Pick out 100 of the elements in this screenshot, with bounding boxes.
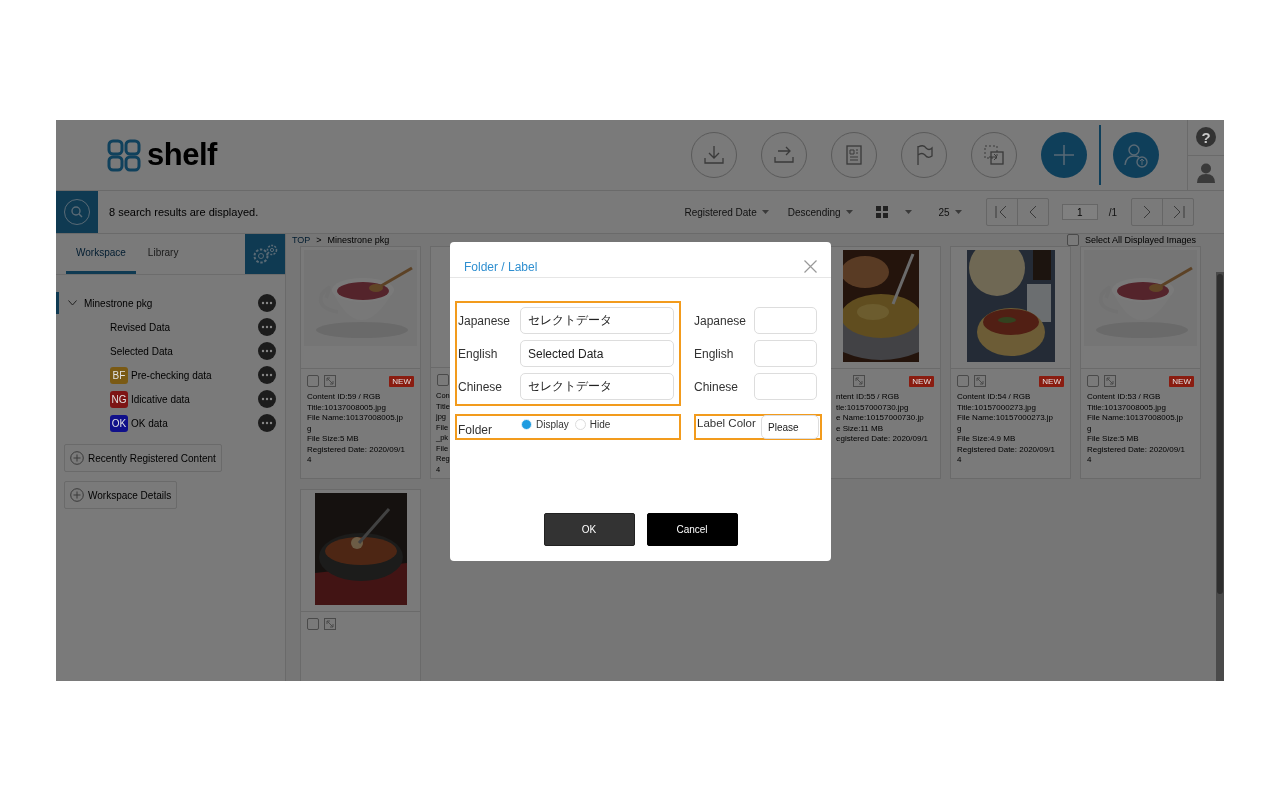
settings-icon (251, 243, 279, 265)
sidebar-button[interactable]: Recently Registered Content (64, 444, 222, 472)
user-icon[interactable] (1197, 162, 1215, 183)
card-info-line: File Name:10157000273.jp (957, 413, 1054, 424)
field-label: Folder (458, 422, 493, 437)
expand-icon[interactable] (853, 375, 865, 387)
search-icon (63, 198, 91, 226)
tree-item[interactable]: OK OK data (56, 411, 285, 435)
settings-button[interactable] (245, 234, 285, 274)
card-info-line: g (307, 423, 312, 434)
cancel-button[interactable]: Cancel (646, 513, 738, 546)
caret-icon (954, 210, 962, 214)
breadcrumb-current: Minestrone pkg (327, 235, 390, 245)
add-button[interactable] (1041, 132, 1087, 178)
breadcrumb-link[interactable]: TOP (292, 235, 311, 245)
more-icon[interactable] (258, 414, 276, 432)
view-mode-dropdown[interactable] (875, 206, 912, 218)
chevron-icon[interactable] (68, 300, 77, 306)
checkbox[interactable] (307, 375, 319, 387)
input-field[interactable]: セレクトデータ (520, 307, 674, 334)
more-icon[interactable] (258, 294, 276, 312)
card-info-line: File Size:5 MB (1087, 434, 1139, 445)
card-info-line: Title:10137008005.jpg (307, 402, 386, 413)
tree-item[interactable]: BF Pre-checking data (56, 363, 285, 387)
card-info-line: Registered Date: 2020/09/1 (1087, 444, 1185, 455)
user-upload-button[interactable] (1113, 132, 1159, 178)
input-field[interactable]: Selected Data (520, 340, 674, 367)
sort-order-dropdown[interactable]: Descending (787, 206, 853, 218)
card-info-line: Content ID:54 / RGB (957, 392, 1031, 403)
tree-item[interactable]: Revised Data (56, 315, 285, 339)
select-all-label[interactable]: Select All Displayed Images (1084, 235, 1196, 245)
sort-field-dropdown[interactable]: Registered Date (684, 206, 769, 218)
input-field[interactable] (754, 307, 817, 334)
radio-option[interactable]: Hide (574, 418, 611, 430)
label-badge: OK (110, 414, 128, 432)
sidebar-tab[interactable]: Workspace (66, 234, 136, 274)
field-label: Label Color (696, 417, 756, 429)
card-info-line: File Size:5 MB (307, 434, 359, 445)
expand-icon[interactable] (324, 375, 336, 387)
field-label: English (458, 346, 499, 361)
checkbox[interactable] (307, 618, 319, 630)
card-info-line: ntent ID:55 / RGB (836, 392, 900, 403)
first-page-icon (994, 206, 1009, 218)
card-info-line: Content ID:53 / RGB (1087, 392, 1161, 403)
ok-button[interactable]: OK (543, 513, 635, 546)
page-input[interactable]: 1 (1061, 204, 1098, 220)
input-field[interactable] (754, 340, 817, 367)
checkbox[interactable] (1066, 234, 1079, 246)
logo-text: shelf (147, 137, 217, 173)
page-total-text: /1 (1108, 206, 1117, 218)
card-info-line: e Size:11 MB (836, 423, 883, 434)
sidebar-button[interactable]: Workspace Details (64, 481, 178, 509)
field-label: English (694, 346, 735, 361)
color-select-field[interactable]: Please (761, 415, 819, 439)
checkbox[interactable] (1087, 375, 1099, 387)
content-card[interactable]: NEW Content ID:54 / RGB Title:10157000273.jpg File Name:10157000273.jp g File Size:4.9 MB Registered Date: 2020/09/1 4 (950, 246, 1071, 479)
last-page-icon (1171, 206, 1185, 218)
caret-icon (845, 210, 853, 214)
card-info-line: 4 (957, 455, 962, 466)
content-card[interactable]: NEW Content ID:59 / RGB Title:10137008005.jpg File Name:10137008005.jp g File Size:5 MB Registered Date: 2020/09/1 4 (300, 246, 421, 479)
content-card[interactable]: NEW Content ID:53 / RGB Title:10137008005.jpg File Name:10137008005.jp g File Size:5 MB Registered Date: 2020/09/1 4 (1080, 246, 1201, 479)
card-info-line: Title:10137008005.jpg (1087, 402, 1166, 413)
input-field[interactable]: セレクトデータ (520, 373, 674, 400)
new-badge: NEW (909, 375, 934, 387)
checkbox[interactable] (437, 374, 449, 387)
card-info-line: Registered Date: 2020/09/1 (307, 444, 405, 455)
more-icon[interactable] (258, 390, 276, 408)
checkbox[interactable] (957, 375, 969, 387)
close-icon[interactable] (804, 260, 817, 273)
more-icon[interactable] (258, 342, 276, 360)
search-button[interactable] (56, 191, 98, 233)
more-icon[interactable] (258, 366, 276, 384)
new-badge: NEW (389, 375, 414, 387)
per-page-dropdown[interactable]: 25 (938, 206, 962, 218)
tree-item[interactable]: Minestrone pkg (56, 291, 285, 315)
expand-icon[interactable] (1104, 375, 1116, 387)
label-badge: BF (110, 366, 128, 384)
plus-circle-icon (70, 488, 84, 502)
content-card[interactable] (300, 489, 421, 681)
field-label: Chinese (694, 379, 740, 394)
card-info-line: Title:10157000273.jpg (957, 402, 1036, 413)
input-field[interactable] (754, 373, 817, 400)
expand-icon[interactable] (974, 375, 986, 387)
field-label: Chinese (458, 379, 504, 394)
label-badge: NG (110, 390, 128, 408)
chevron-right-icon (1143, 206, 1151, 218)
caret-icon (761, 210, 769, 214)
tree-item[interactable]: NG Idicative data (56, 387, 285, 411)
more-icon[interactable] (258, 318, 276, 336)
help-button[interactable]: ? (1196, 127, 1216, 148)
expand-icon[interactable] (324, 618, 336, 630)
card-info-line: File Size:4.9 MB (957, 434, 1016, 445)
download-icon (702, 143, 726, 167)
scrollbar[interactable] (1216, 272, 1224, 681)
radio-option[interactable]: Display (521, 418, 569, 430)
tree-item[interactable]: Selected Data (56, 339, 285, 363)
result-count-text: 8 search results are displayed. (109, 206, 259, 218)
sidebar-tab[interactable]: Library (137, 234, 189, 274)
chevron-left-icon (1028, 206, 1037, 218)
new-badge: NEW (1039, 375, 1064, 387)
